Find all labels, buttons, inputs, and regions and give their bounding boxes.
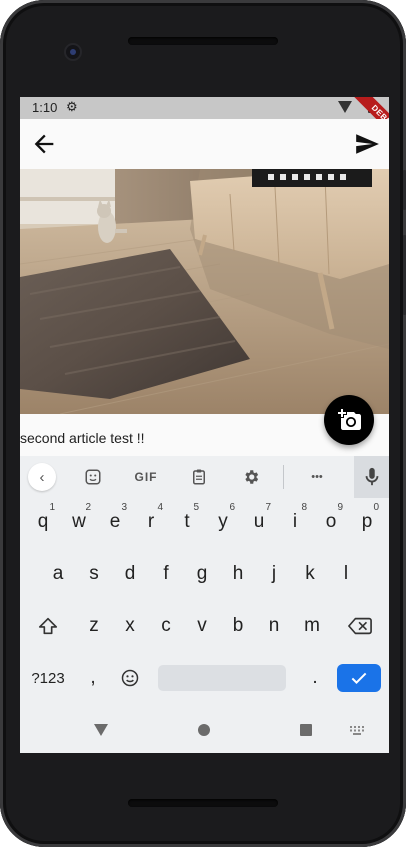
key-z[interactable]: z [76,605,112,647]
key-b[interactable]: b [220,605,256,647]
key-f[interactable]: f [148,553,184,595]
sticker-button[interactable] [78,462,108,492]
enter-key[interactable] [337,664,381,692]
key-v[interactable]: v [184,605,220,647]
add-a-photo-icon [338,409,361,430]
key-label: o [325,511,337,532]
key-label: t [184,511,190,532]
shift-key[interactable] [28,605,68,647]
key-label: e [109,511,121,532]
status-bar: 1:10 ⚙ [20,97,389,119]
voice-input-button[interactable] [354,456,389,498]
keyboard-settings-button[interactable] [236,462,266,492]
key-o[interactable]: o9 [313,501,349,543]
room-photo-illustration [20,169,389,414]
key-label: r [147,511,155,532]
key-hint: 7 [265,502,271,513]
symbols-key[interactable]: ?123 [26,657,70,699]
system-nav-bar [20,708,389,753]
clipboard-icon [193,469,205,485]
check-icon [351,672,367,684]
key-t[interactable]: t5 [169,501,205,543]
key-label: u [253,511,265,532]
key-label: w [72,511,86,532]
mic-icon [365,467,378,486]
key-hint: 1 [49,502,55,513]
keyboard-switch-icon[interactable] [350,726,364,735]
key-hint: 5 [193,502,199,513]
sticker-icon [85,469,101,485]
key-hint: 8 [301,502,307,513]
key-k[interactable]: k [292,553,328,595]
settings-status-icon: ⚙ [66,99,78,114]
phone-frame: 1:10 ⚙ DEBUG second article test !! ‹ GI… [0,0,406,847]
key-h[interactable]: h [220,553,256,595]
key-label: y [218,511,228,532]
key-hint: 0 [373,502,379,513]
key-hint: 4 [157,502,163,513]
key-u[interactable]: u7 [241,501,277,543]
nav-back-button[interactable] [94,724,108,736]
gif-button[interactable]: GIF [128,462,164,492]
key-hint: 9 [337,502,343,513]
key-hint: 3 [121,502,127,513]
more-button[interactable]: ••• [302,462,332,492]
backspace-icon [348,617,372,635]
settings-icon [245,470,259,484]
screen: 1:10 ⚙ DEBUG second article test !! ‹ GI… [20,97,389,753]
keyboard-toolbar: ‹ GIF ••• [20,456,389,498]
nav-recents-button[interactable] [300,724,312,736]
key-c[interactable]: c [148,605,184,647]
key-m[interactable]: m [292,605,332,647]
key-r[interactable]: r4 [133,501,169,543]
add-photo-button[interactable] [324,395,374,445]
key-i[interactable]: i8 [277,501,313,543]
post-caption[interactable]: second article test !! [20,430,145,446]
key-q[interactable]: q1 [25,501,61,543]
key-e[interactable]: e3 [97,501,133,543]
nav-home-button[interactable] [198,724,210,736]
back-button[interactable] [30,130,58,158]
key-hint: 2 [85,502,91,513]
send-icon [356,134,379,154]
shift-icon [38,617,58,635]
key-label: q [37,511,49,532]
period-key[interactable]: . [300,657,330,699]
key-s[interactable]: s [76,553,112,595]
keyboard-collapse-button[interactable]: ‹ [28,463,56,491]
bottom-speaker [128,799,278,807]
soft-keyboard: ‹ GIF ••• q1 w2 e3 r 4 t 5 y 6 u 7 i 8 o… [20,456,389,708]
emoji-icon [121,669,139,687]
key-x[interactable]: x [112,605,148,647]
key-y[interactable]: y6 [205,501,241,543]
key-g[interactable]: g [184,553,220,595]
key-n[interactable]: n [256,605,292,647]
earpiece-speaker [128,37,278,45]
key-j[interactable]: j [256,553,292,595]
toolbar-divider [283,465,284,489]
comma-key[interactable]: , [78,657,108,699]
key-d[interactable]: d [112,553,148,595]
key-label: i [292,511,298,532]
key-a[interactable]: a [40,553,76,595]
clipboard-button[interactable] [184,462,214,492]
key-label: p [361,511,373,532]
front-camera [66,45,80,59]
key-hint: 6 [229,502,235,513]
app-bar [20,119,389,169]
post-photo [20,169,389,414]
key-l[interactable]: l [328,553,364,595]
arrow-back-icon [34,134,54,154]
status-time: 1:10 [32,100,58,115]
wifi-icon [338,101,352,113]
backspace-key[interactable] [340,605,380,647]
key-w[interactable]: w2 [61,501,97,543]
key-p[interactable]: p0 [349,501,385,543]
space-key[interactable] [158,665,286,691]
send-button[interactable] [354,131,380,157]
emoji-key[interactable] [112,657,148,699]
